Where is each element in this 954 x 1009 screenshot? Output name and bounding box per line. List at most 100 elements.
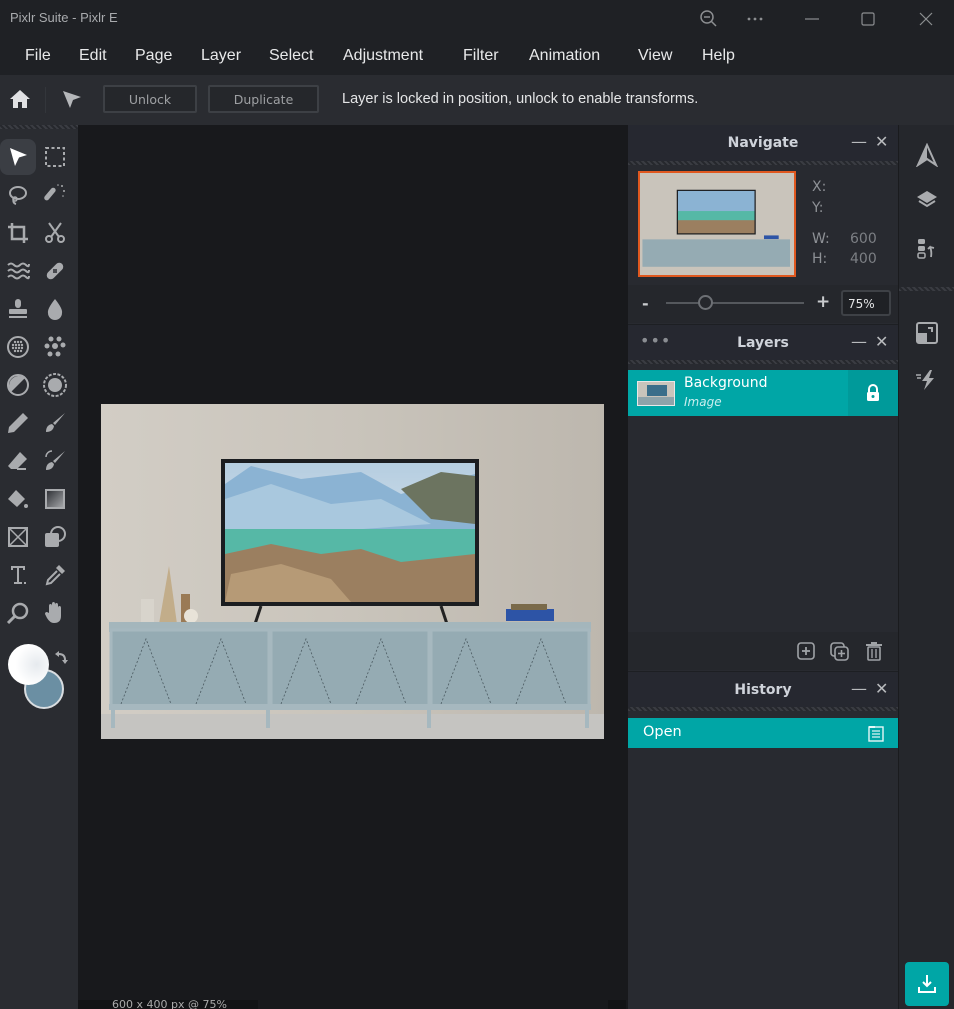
text-tool[interactable]: [0, 557, 36, 593]
navigate-panel-icon[interactable]: [915, 143, 939, 167]
history-item-label: Open: [643, 724, 682, 740]
zoom-in-button[interactable]: +: [816, 292, 830, 312]
navigate-close-icon[interactable]: ✕: [875, 132, 888, 151]
more-icon[interactable]: [744, 8, 766, 30]
shape-icon: [45, 526, 66, 547]
eraser-tool[interactable]: [0, 443, 36, 479]
canvas-area[interactable]: 600 x 400 px @ 75%: [78, 125, 628, 1009]
layers-close-icon[interactable]: ✕: [875, 332, 888, 351]
menu-edit[interactable]: Edit: [79, 47, 107, 65]
layers-footer: [628, 632, 898, 670]
download-icon: [918, 975, 936, 993]
zoom-icon[interactable]: [698, 8, 720, 30]
panel-bar-divider: [899, 287, 954, 291]
waves-icon: [7, 262, 30, 280]
duplicate-button[interactable]: Duplicate: [208, 85, 319, 113]
pencil-tool[interactable]: [0, 405, 36, 441]
lasso-tool[interactable]: [0, 177, 36, 213]
canvas-status-text: 600 x 400 px @ 75%: [112, 1000, 227, 1009]
add-layer-icon[interactable]: [797, 642, 815, 660]
sharpen-tool[interactable]: [37, 367, 73, 403]
frame-tool[interactable]: [0, 519, 36, 555]
zoom-value-input[interactable]: 75%: [841, 290, 891, 316]
lasso-icon: [9, 186, 27, 205]
arrange-tool[interactable]: [0, 139, 36, 175]
history-close-icon[interactable]: ✕: [875, 679, 888, 698]
menu-view[interactable]: View: [638, 47, 672, 65]
dodge-burn-tool[interactable]: [37, 329, 73, 365]
zoom-tool[interactable]: [0, 595, 36, 631]
brush-tool[interactable]: [37, 405, 73, 441]
minimize-icon[interactable]: [801, 8, 823, 30]
text-icon: [9, 566, 26, 584]
bandage-icon: [46, 262, 64, 280]
sun-icon: [43, 373, 67, 397]
menu-page[interactable]: Page: [135, 47, 172, 65]
delete-layer-icon[interactable]: [865, 641, 883, 661]
eyedropper-icon: [45, 565, 65, 586]
menu-file[interactable]: File: [25, 47, 51, 65]
maximize-icon[interactable]: [857, 8, 879, 30]
save-download-button[interactable]: [905, 962, 949, 1006]
layer-lock-button[interactable]: [848, 370, 898, 416]
navigate-thumbnail[interactable]: [638, 171, 796, 277]
eraser-icon: [8, 452, 27, 470]
close-icon[interactable]: [915, 8, 937, 30]
menu-help[interactable]: Help: [702, 47, 735, 65]
document-icon: [868, 726, 884, 742]
color-replace-tool[interactable]: [37, 443, 73, 479]
menu-layer[interactable]: Layer: [201, 47, 241, 65]
zoom-slider-thumb[interactable]: [697, 295, 713, 310]
history-minimize-icon[interactable]: —: [851, 679, 867, 698]
menu-filter[interactable]: Filter: [463, 47, 499, 65]
resize-panel-icon[interactable]: [915, 321, 939, 345]
layers-minimize-icon[interactable]: —: [851, 332, 867, 351]
tool-palette: [0, 125, 78, 1009]
nav-y-label: Y:: [812, 200, 824, 216]
crop-icon: [8, 223, 28, 243]
duplicate-layer-icon[interactable]: [830, 642, 850, 662]
gradient-tool[interactable]: [37, 481, 73, 517]
blur-tool[interactable]: [37, 291, 73, 327]
menu-select[interactable]: Select: [269, 47, 313, 65]
zoom-out-button[interactable]: -: [642, 294, 649, 313]
layers-panel-icon[interactable]: [915, 188, 939, 212]
crop-tool[interactable]: [0, 215, 36, 251]
navigate-minimize-icon[interactable]: —: [851, 132, 867, 151]
layer-item[interactable]: Background Image: [628, 370, 898, 416]
color-adjust-tool[interactable]: [0, 367, 36, 403]
swap-colors-icon[interactable]: [52, 649, 70, 667]
hand-tool[interactable]: [37, 595, 73, 631]
clone-stamp-tool[interactable]: [0, 291, 36, 327]
arrow-icon: [10, 148, 27, 166]
history-panel-icon[interactable]: [915, 237, 939, 261]
menu-adjustment[interactable]: Adjustment: [343, 47, 423, 65]
canvas-status-bar: 600 x 400 px @ 75%: [78, 1000, 258, 1009]
canvas-image[interactable]: [101, 404, 604, 739]
liquify-tool[interactable]: [0, 253, 36, 289]
marquee-tool[interactable]: [37, 139, 73, 175]
sponge-tool[interactable]: [0, 329, 36, 365]
navigate-divider: [628, 161, 898, 165]
options-toolbar: Unlock Duplicate Layer is locked in posi…: [0, 75, 954, 125]
layer-thumbnail: [637, 381, 675, 406]
quick-actions-icon[interactable]: [915, 368, 939, 392]
cutout-tool[interactable]: [37, 215, 73, 251]
nav-w-label: W:: [812, 231, 830, 247]
nav-h-value: 400: [850, 251, 877, 267]
heal-tool[interactable]: [37, 253, 73, 289]
nav-h-label: H:: [812, 251, 828, 267]
magic-wand-tool[interactable]: [37, 177, 73, 213]
home-icon[interactable]: [8, 87, 32, 111]
unlock-button[interactable]: Unlock: [103, 85, 197, 113]
fill-tool[interactable]: [0, 481, 36, 517]
history-item[interactable]: Open: [628, 718, 898, 748]
menu-animation[interactable]: Animation: [529, 47, 600, 65]
shape-tool[interactable]: [37, 519, 73, 555]
canvas-status-corner: [608, 1000, 626, 1009]
layer-name: Background: [684, 375, 768, 391]
color-picker-tool[interactable]: [37, 557, 73, 593]
zoom-slider-track[interactable]: [666, 302, 804, 304]
primary-color-swatch[interactable]: [8, 644, 49, 685]
right-panels: Navigate — ✕ X: Y: W: H: 600 400 - + 75%…: [628, 125, 898, 1009]
